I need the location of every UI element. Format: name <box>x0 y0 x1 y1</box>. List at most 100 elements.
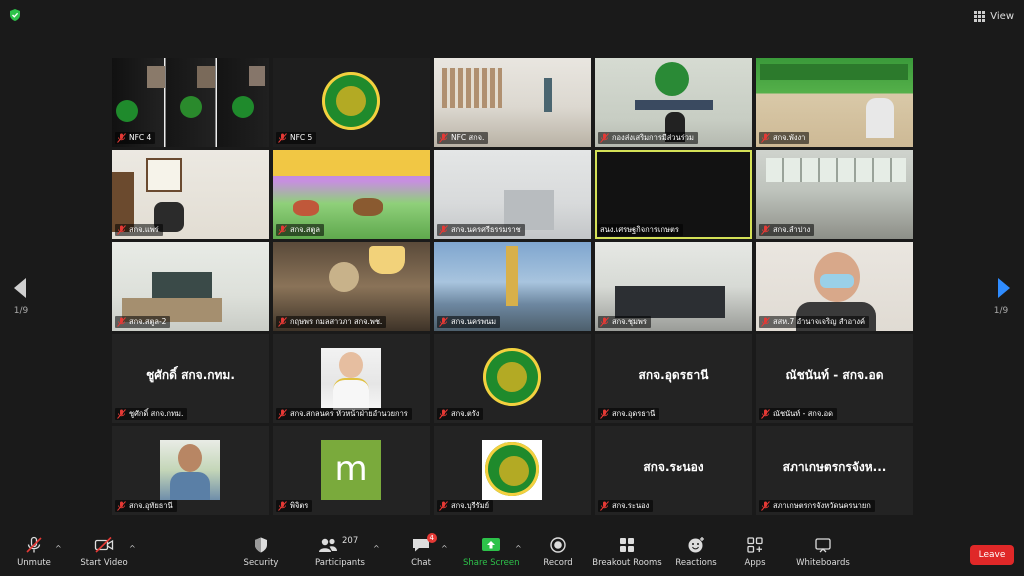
participant-name-label: สกจ.สกลนคร หัวหน้าฝ่ายอำนวยการ <box>276 408 412 420</box>
breakout-rooms-button[interactable]: Breakout Rooms <box>592 536 662 568</box>
participant-tile[interactable]: สกจ.นครพนม <box>434 242 591 331</box>
muted-mic-icon <box>278 225 287 235</box>
next-page-arrow-icon[interactable] <box>998 278 1010 298</box>
participant-tile[interactable]: สกจ.อุทัยธานี <box>112 426 269 515</box>
record-button[interactable]: Record <box>540 536 576 568</box>
share-options-caret-icon[interactable]: ^ <box>515 544 522 553</box>
muted-mic-icon <box>117 133 126 143</box>
muted-mic-icon <box>761 225 770 235</box>
participant-tile[interactable]: สกจ.สตูล-2 <box>112 242 269 331</box>
participant-tile[interactable]: สกจ.สกลนคร หัวหน้าฝ่ายอำนวยการ <box>273 334 430 423</box>
participant-tile[interactable]: สกจ.แพร่ <box>112 150 269 239</box>
participants-people-icon <box>319 538 337 552</box>
participant-name-label: สกจ.นครศรีธรรมราช <box>437 224 525 236</box>
participant-tile[interactable]: สภาเกษตรกรจังห... สภาเกษตรกรจังหวัดนครนา… <box>756 426 913 515</box>
view-button[interactable]: View <box>974 8 1014 24</box>
participant-tile[interactable]: สกจ.พังงา <box>756 58 913 147</box>
participant-display-name: สกจ.อุดรธานี <box>638 368 709 382</box>
reactions-button[interactable]: Reactions <box>674 536 718 568</box>
video-gallery: NFC 4 NFC 5 NFC สกจ. กองส่งเสริมการมีส่ว… <box>112 58 913 516</box>
muted-mic-icon <box>761 409 770 419</box>
start-video-label: Start Video <box>80 558 128 568</box>
participant-tile[interactable]: สกจ.นครศรีธรรมราช <box>434 150 591 239</box>
muted-mic-icon <box>439 225 448 235</box>
participant-name-label: NFC 4 <box>115 132 156 144</box>
muted-mic-icon <box>278 133 287 143</box>
unmute-button[interactable]: Unmute <box>14 536 54 568</box>
muted-mic-icon <box>600 317 609 327</box>
participant-name-label: สกจ.สตูล <box>276 224 324 236</box>
chat-label: Chat <box>411 558 431 568</box>
participant-display-name: ชูศักดิ์ สกจ.กทม. <box>146 368 235 382</box>
participant-tile[interactable]: สกจ.บุรีรัมย์ <box>434 426 591 515</box>
participant-name-label: ชูศักดิ์ สกจ.กทม. <box>115 408 188 420</box>
muted-mic-icon <box>117 225 126 235</box>
participant-tile[interactable]: สกจ.สตูล <box>273 150 430 239</box>
breakout-rooms-label: Breakout Rooms <box>592 558 662 568</box>
muted-mic-icon <box>117 409 126 419</box>
muted-mic-icon <box>117 317 126 327</box>
participant-name-label: กฤษพร กมลสาวภา สกจ.พช. <box>276 316 387 328</box>
participant-tile[interactable]: NFC สกจ. <box>434 58 591 147</box>
participant-tile[interactable]: สกจ.อุดรธานี สกจ.อุดรธานี <box>595 334 752 423</box>
muted-mic-icon <box>761 317 770 327</box>
participant-tile-active-speaker[interactable]: สนง.เศรษฐกิจการเกษตร <box>595 150 752 239</box>
participant-tile[interactable]: ชูศักดิ์ สกจ.กทม. ชูศักดิ์ สกจ.กทม. <box>112 334 269 423</box>
page-indicator-left: 1/9 <box>13 306 29 316</box>
department-emblem-icon <box>485 442 539 496</box>
apps-label: Apps <box>744 558 766 568</box>
participants-button[interactable]: 207 Participants <box>314 536 366 568</box>
participant-tile[interactable]: สกจ.ลำปาง <box>756 150 913 239</box>
participant-display-name: ณัชนันท์ - สกจ.อด <box>785 368 884 382</box>
participant-name-label: NFC สกจ. <box>437 132 489 144</box>
record-icon <box>550 537 566 553</box>
participant-tile[interactable]: กองส่งเสริมการมีส่วนร่วม <box>595 58 752 147</box>
participant-tile[interactable]: สสห.7 อำนาจเจริญ สำอางค์ <box>756 242 913 331</box>
apps-icon <box>747 537 763 553</box>
participant-tile[interactable]: สกจ.ระนอง สกจ.ระนอง <box>595 426 752 515</box>
participant-tile[interactable]: สกจ.ตรัง <box>434 334 591 423</box>
department-emblem-icon <box>483 348 541 406</box>
participant-name-label: สกจ.ชุมพร <box>598 316 651 328</box>
participant-tile[interactable]: ณัชนันท์ - สกจ.อด ณัชนันท์ - สกจ.อด <box>756 334 913 423</box>
previous-page-arrow-icon[interactable] <box>14 278 26 298</box>
security-button[interactable]: Security <box>241 536 281 568</box>
chat-options-caret-icon[interactable]: ^ <box>441 544 448 553</box>
muted-mic-icon <box>761 501 770 511</box>
participant-tile[interactable]: สกจ.ชุมพร <box>595 242 752 331</box>
participant-name-label: สกจ.อุทัยธานี <box>115 500 177 512</box>
muted-mic-icon <box>600 409 609 419</box>
participants-label: Participants <box>315 558 365 568</box>
audio-options-caret-icon[interactable]: ^ <box>55 544 62 553</box>
encryption-shield-icon[interactable] <box>9 9 21 21</box>
unmute-label: Unmute <box>17 558 51 568</box>
security-label: Security <box>243 558 279 568</box>
muted-mic-icon <box>761 133 770 143</box>
chat-button[interactable]: 4 Chat <box>406 533 437 568</box>
start-video-button[interactable]: Start Video <box>80 536 128 568</box>
participant-name-label: สกจ.ระนอง <box>598 500 654 512</box>
share-screen-button[interactable]: Share Screen <box>463 536 519 568</box>
participant-tile[interactable]: NFC 5 <box>273 58 430 147</box>
whiteboards-button[interactable]: Whiteboards <box>794 536 852 568</box>
participant-tile[interactable]: NFC 4 <box>112 58 269 147</box>
top-bar: View <box>0 0 1024 30</box>
security-shield-icon <box>255 537 267 553</box>
share-screen-arrow-icon <box>482 538 500 551</box>
participant-tile[interactable]: m พิจิตร <box>273 426 430 515</box>
video-options-caret-icon[interactable]: ^ <box>129 544 136 553</box>
participant-tile[interactable]: กฤษพร กมลสาวภา สกจ.พช. <box>273 242 430 331</box>
whiteboard-icon <box>815 538 831 553</box>
participant-name-label: NFC 5 <box>276 132 317 144</box>
muted-mic-icon <box>600 501 609 511</box>
participant-name-label: สสห.7 อำนาจเจริญ สำอางค์ <box>759 316 870 328</box>
department-emblem-icon <box>322 72 380 130</box>
share-screen-label: Share Screen <box>463 558 520 568</box>
apps-button[interactable]: Apps <box>739 536 771 568</box>
muted-mic-icon <box>117 501 126 511</box>
record-label: Record <box>543 558 573 568</box>
leave-meeting-button[interactable]: Leave <box>970 545 1014 565</box>
participant-name-label: สกจ.สตูล-2 <box>115 316 171 328</box>
participants-count: 207 <box>342 536 359 546</box>
participants-options-caret-icon[interactable]: ^ <box>373 544 380 553</box>
